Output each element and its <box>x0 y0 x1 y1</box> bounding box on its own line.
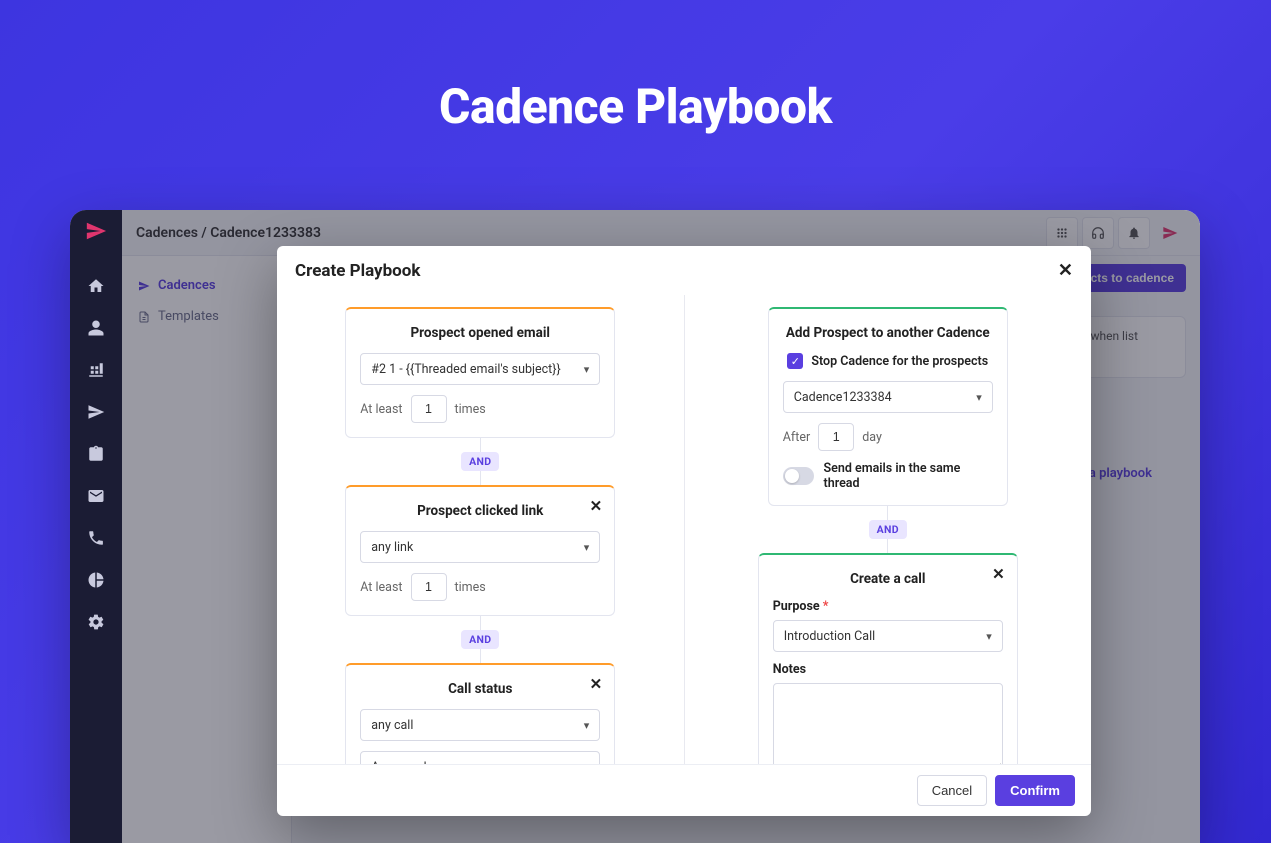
notes-label: Notes <box>773 662 1003 677</box>
notes-textarea[interactable] <box>773 683 1003 764</box>
select-value: Introduction Call <box>784 629 875 644</box>
checkbox-label: Stop Cadence for the prospects <box>811 354 988 369</box>
phone-icon[interactable] <box>86 528 106 548</box>
select-value: any call <box>371 718 413 733</box>
and-badge: AND <box>461 452 499 471</box>
user-icon[interactable] <box>86 318 106 338</box>
select-value: #2 1 - {{Threaded email's subject}} <box>371 362 560 377</box>
stop-cadence-checkbox[interactable]: ✓ <box>787 353 803 369</box>
modal-header: Create Playbook ✕ <box>277 246 1091 295</box>
connector: AND <box>461 438 499 485</box>
and-badge: AND <box>461 630 499 649</box>
call-select[interactable]: any call <box>360 709 600 741</box>
action-card-create-call: ✕ Create a call Purpose * Introduction C… <box>758 553 1018 764</box>
send-icon[interactable] <box>86 402 106 422</box>
chart-icon[interactable] <box>86 570 106 590</box>
mail-icon[interactable] <box>86 486 106 506</box>
create-playbook-modal: Create Playbook ✕ Prospect opened email … <box>277 246 1091 816</box>
toggle-label: Send emails in the same thread <box>824 461 993 491</box>
confirm-button[interactable]: Confirm <box>995 775 1075 806</box>
after-input[interactable] <box>818 423 854 451</box>
call-status-select[interactable]: Answered <box>360 751 600 764</box>
email-select[interactable]: #2 1 - {{Threaded email's subject}} <box>360 353 600 385</box>
card-title: Call status <box>360 681 600 697</box>
condition-card-clicked-link: ✕ Prospect clicked link any link At leas… <box>345 485 615 616</box>
purpose-label: Purpose * <box>773 599 1003 614</box>
times-label: times <box>455 580 486 595</box>
home-icon[interactable] <box>86 276 106 296</box>
and-badge: AND <box>869 520 907 539</box>
hero-title: Cadence Playbook <box>0 0 1271 135</box>
actions-column: Add Prospect to another Cadence ✓ Stop C… <box>685 295 1092 764</box>
connector: AND <box>869 506 907 553</box>
card-title: Prospect opened email <box>360 325 600 341</box>
purpose-select[interactable]: Introduction Call <box>773 620 1003 652</box>
card-title: Add Prospect to another Cadence <box>783 325 993 341</box>
modal-body: Prospect opened email #2 1 - {{Threaded … <box>277 295 1091 764</box>
link-select[interactable]: any link <box>360 531 600 563</box>
day-label: day <box>862 430 882 445</box>
atleast-label: At least <box>360 402 402 417</box>
modal-title: Create Playbook <box>295 261 420 281</box>
atleast-input[interactable] <box>411 573 447 601</box>
close-icon[interactable]: ✕ <box>992 565 1005 583</box>
app-window: Cadences / Cadence1233383 <box>70 210 1200 843</box>
after-label: After <box>783 430 810 445</box>
clipboard-icon[interactable] <box>86 444 106 464</box>
same-thread-toggle[interactable] <box>783 467 814 485</box>
cadence-select[interactable]: Cadence1233384 <box>783 381 993 413</box>
app-logo-icon <box>85 220 107 246</box>
select-value: Answered <box>371 760 426 765</box>
condition-card-opened-email: Prospect opened email #2 1 - {{Threaded … <box>345 307 615 438</box>
select-value: Cadence1233384 <box>794 390 892 405</box>
card-title: Create a call <box>773 571 1003 587</box>
select-value: any link <box>371 540 413 555</box>
close-icon[interactable]: ✕ <box>1058 260 1073 281</box>
atleast-label: At least <box>360 580 402 595</box>
atleast-input[interactable] <box>411 395 447 423</box>
connector: AND <box>461 616 499 663</box>
action-card-add-prospect: Add Prospect to another Cadence ✓ Stop C… <box>768 307 1008 506</box>
main-area: Cadences / Cadence1233383 <box>122 210 1200 843</box>
cancel-button[interactable]: Cancel <box>917 775 987 806</box>
card-title: Prospect clicked link <box>360 503 600 519</box>
close-icon[interactable]: ✕ <box>590 675 603 693</box>
gear-icon[interactable] <box>86 612 106 632</box>
times-label: times <box>455 402 486 417</box>
nav-sidebar <box>70 210 122 843</box>
close-icon[interactable]: ✕ <box>590 497 603 515</box>
condition-card-call-status: ✕ Call status any call Answered <box>345 663 615 764</box>
modal-footer: Cancel Confirm <box>277 764 1091 816</box>
conditions-column: Prospect opened email #2 1 - {{Threaded … <box>277 295 685 764</box>
building-icon[interactable] <box>86 360 106 380</box>
